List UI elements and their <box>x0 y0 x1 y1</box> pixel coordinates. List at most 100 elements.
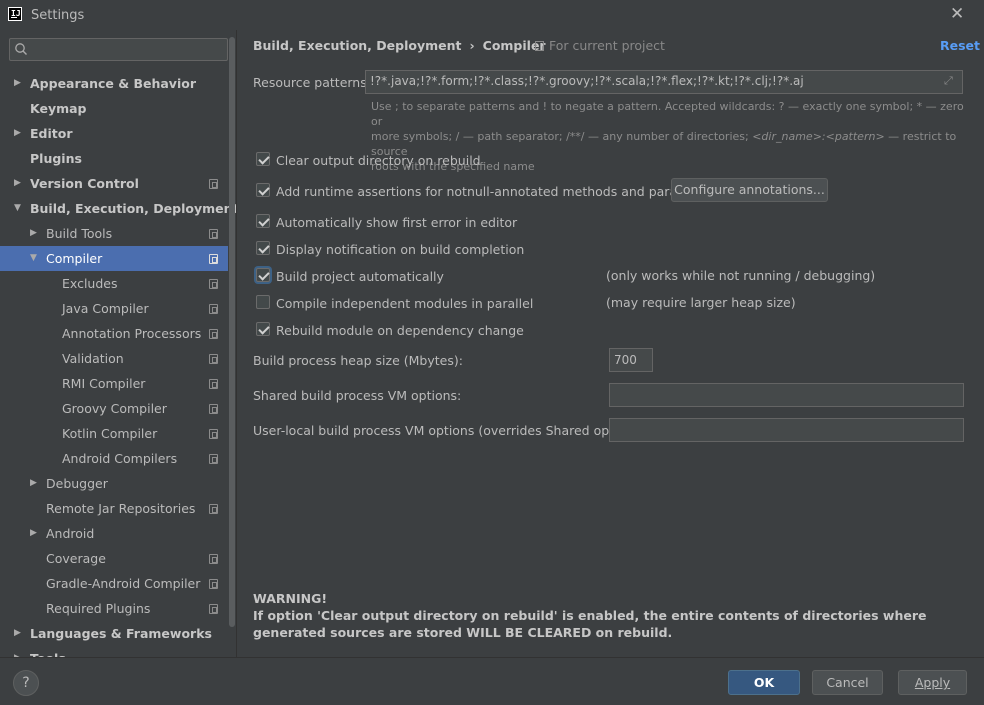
sidebar-item-rmi-compiler[interactable]: RMI Compiler <box>0 371 228 396</box>
sidebar-item-android[interactable]: ▶ Android <box>0 521 228 546</box>
sidebar-item-label: Build Tools <box>46 226 113 241</box>
chevron-right-icon[interactable]: ▶ <box>30 471 40 496</box>
project-scope-icon <box>209 254 218 264</box>
sidebar-item-validation[interactable]: Validation <box>0 346 228 371</box>
show-first-error-checkbox[interactable] <box>256 214 270 228</box>
project-scope-icon <box>209 504 218 514</box>
sidebar-item-label: Editor <box>30 126 73 141</box>
runtime-assertions-checkbox[interactable] <box>256 183 270 197</box>
warning-title: WARNING! <box>253 591 328 606</box>
scope-indicator: For current project <box>535 38 665 53</box>
shared-vm-input[interactable] <box>609 383 964 407</box>
sidebar-item-label: Java Compiler <box>62 301 149 316</box>
clear-output-label[interactable]: Clear output directory on rebuild <box>276 153 481 168</box>
chevron-right-icon[interactable]: ▶ <box>14 71 24 96</box>
close-icon[interactable]: ✕ <box>950 5 966 23</box>
clear-output-checkbox[interactable] <box>256 152 270 166</box>
heap-size-input[interactable] <box>609 348 653 372</box>
sidebar-item-build-execution-deployment[interactable]: ▼ Build, Execution, Deployment <box>0 196 236 221</box>
build-automatically-checkbox[interactable] <box>256 268 270 282</box>
apply-button[interactable]: Apply <box>898 670 967 695</box>
compiler-settings-panel: Build, Execution, Deployment › Compiler Fo… <box>237 30 984 657</box>
dialog-footer: ? OK Cancel Apply <box>0 657 984 705</box>
sidebar-item-plugins[interactable]: Plugins <box>0 146 228 171</box>
sidebar-item-version-control[interactable]: ▶ Version Control <box>0 171 228 196</box>
sidebar-item-label: RMI Compiler <box>62 376 146 391</box>
project-scope-icon <box>209 279 218 289</box>
expand-icon[interactable]: ⤢ <box>944 75 956 87</box>
sidebar-item-build-tools[interactable]: ▶ Build Tools <box>0 221 228 246</box>
sidebar-item-gradle-android-compiler[interactable]: Gradle-Android Compiler <box>0 571 228 596</box>
sidebar-item-compiler[interactable]: ▼ Compiler <box>0 246 228 271</box>
build-automatically-label[interactable]: Build project automatically <box>276 269 444 284</box>
display-notification-label[interactable]: Display notification on build completion <box>276 242 524 257</box>
breadcrumb-parent: Build, Execution, Deployment <box>253 38 462 53</box>
sidebar-item-label: Build, Execution, Deployment <box>30 201 236 216</box>
sidebar-item-languages-frameworks[interactable]: ▶ Languages & Frameworks <box>0 621 228 646</box>
rebuild-on-change-label[interactable]: Rebuild module on dependency change <box>276 323 524 338</box>
user-vm-label: User-local build process VM options (ove… <box>253 423 649 438</box>
sidebar-item-android-compilers[interactable]: Android Compilers <box>0 446 228 471</box>
compile-parallel-label[interactable]: Compile independent modules in parallel <box>276 296 533 311</box>
sidebar-item-label: Groovy Compiler <box>62 401 167 416</box>
project-scope-icon <box>209 404 218 414</box>
sidebar-item-required-plugins[interactable]: Required Plugins <box>0 596 228 621</box>
settings-search[interactable] <box>9 38 228 61</box>
search-input[interactable] <box>34 41 224 58</box>
sidebar-item-java-compiler[interactable]: Java Compiler <box>0 296 228 321</box>
sidebar-item-label: Android <box>46 526 95 541</box>
sidebar-item-editor[interactable]: ▶ Editor <box>0 121 228 146</box>
configure-annotations-button[interactable]: Configure annotations... <box>671 178 828 202</box>
sidebar-item-label: Tools <box>30 646 66 657</box>
help-button[interactable]: ? <box>13 670 39 696</box>
sidebar-item-annotation-processors[interactable]: Annotation Processors <box>0 321 228 346</box>
sidebar-item-label: Required Plugins <box>46 601 151 616</box>
chevron-right-icon[interactable]: ▶ <box>14 621 24 646</box>
sidebar-item-label: Excludes <box>62 276 118 291</box>
project-scope-icon <box>209 304 218 314</box>
hint-line-2-pattern: <dir_name>:<pattern> <box>752 130 885 143</box>
chevron-right-icon[interactable]: ▶ <box>30 221 40 246</box>
chevron-right-icon[interactable]: ▶ <box>30 521 40 546</box>
sidebar-item-label: Android Compilers <box>62 451 178 466</box>
chevron-right-icon[interactable]: ▶ <box>14 646 24 657</box>
chevron-right-icon[interactable]: ▶ <box>14 121 24 146</box>
sidebar-scroll-thumb[interactable] <box>229 37 235 627</box>
sidebar-item-label: Plugins <box>30 151 82 166</box>
sidebar-item-label: Kotlin Compiler <box>62 426 158 441</box>
window-title: Settings <box>31 8 85 23</box>
chevron-down-icon[interactable]: ▼ <box>14 196 24 221</box>
reset-link[interactable]: Reset <box>940 38 980 53</box>
rebuild-on-change-checkbox[interactable] <box>256 322 270 336</box>
sidebar-item-debugger[interactable]: ▶ Debugger <box>0 471 228 496</box>
sidebar-item-groovy-compiler[interactable]: Groovy Compiler <box>0 396 228 421</box>
cancel-button[interactable]: Cancel <box>812 670 883 695</box>
sidebar-item-tools[interactable]: ▶ Tools <box>0 646 228 657</box>
user-vm-input[interactable] <box>609 418 964 442</box>
show-first-error-label[interactable]: Automatically show first error in editor <box>276 215 517 230</box>
sidebar-item-kotlin-compiler[interactable]: Kotlin Compiler <box>0 421 228 446</box>
compile-parallel-note: (may require larger heap size) <box>606 295 796 310</box>
resource-patterns-value: !?*.java;!?*.form;!?*.class;!?*.groovy;!… <box>370 74 804 88</box>
display-notification-checkbox[interactable] <box>256 241 270 255</box>
sidebar-item-keymap[interactable]: Keymap <box>0 96 228 121</box>
sidebar-item-excludes[interactable]: Excludes <box>0 271 228 296</box>
sidebar-item-coverage[interactable]: Coverage <box>0 546 228 571</box>
warning-text: If option 'Clear output directory on reb… <box>253 608 927 640</box>
sidebar-item-label: Languages & Frameworks <box>30 626 212 641</box>
runtime-assertions-label[interactable]: Add runtime assertions for notnull-annot… <box>276 184 721 199</box>
resource-patterns-label: Resource patterns: <box>253 75 371 90</box>
chevron-down-icon[interactable]: ▼ <box>30 246 40 271</box>
sidebar-item-label: Debugger <box>46 476 108 491</box>
chevron-right-icon[interactable]: ▶ <box>14 171 24 196</box>
compile-parallel-checkbox[interactable] <box>256 295 270 309</box>
project-scope-icon <box>209 429 218 439</box>
sidebar-item-appearance-behavior[interactable]: ▶ Appearance & Behavior <box>0 71 228 96</box>
project-scope-icon <box>209 554 218 564</box>
shared-vm-label: Shared build process VM options: <box>253 388 462 403</box>
resource-patterns-field[interactable]: !?*.java;!?*.form;!?*.class;!?*.groovy;!… <box>365 70 963 94</box>
sidebar-item-label: Appearance & Behavior <box>30 76 196 91</box>
settings-sidebar: ▶ Appearance & Behavior Keymap ▶ Editor Plugi… <box>0 30 236 657</box>
sidebar-item-remote-jar-repositories[interactable]: Remote Jar Repositories <box>0 496 228 521</box>
ok-button[interactable]: OK <box>728 670 800 695</box>
